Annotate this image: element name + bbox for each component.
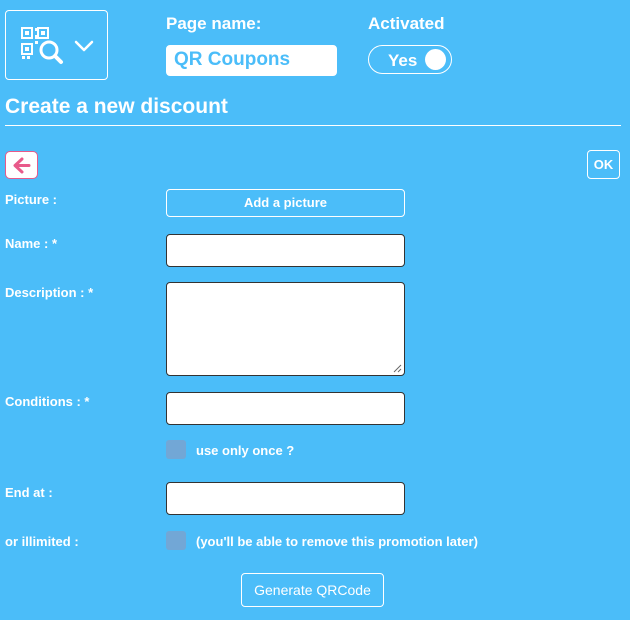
chevron-down-icon [74,40,94,52]
unlimited-note: (you'll be able to remove this promotion… [196,534,478,549]
back-button[interactable] [5,151,38,179]
add-picture-button[interactable]: Add a picture [166,189,405,217]
page-title: Create a new discount [5,95,228,118]
qr-search-icon [21,27,63,64]
name-label: Name : * [5,236,58,251]
description-label: Description : * [5,285,94,300]
activated-toggle-label: Yes [388,51,418,70]
arrow-left-icon [13,157,31,174]
page-menu-button[interactable] [5,10,108,80]
description-textarea[interactable] [166,282,405,376]
ok-button[interactable]: OK [587,150,620,179]
activated-toggle[interactable]: Yes [368,45,452,74]
page-name-label: Page name: [166,14,262,33]
unlimited-checkbox[interactable] [166,531,186,550]
conditions-input[interactable] [166,392,405,425]
use-once-label: use only once ? [196,443,295,458]
page-name-input[interactable]: QR Coupons [166,45,337,76]
conditions-label: Conditions : * [5,394,90,409]
title-divider [5,125,621,126]
activated-label: Activated [368,14,445,33]
resize-grip-icon[interactable] [393,364,402,373]
toggle-knob [425,49,446,70]
end-at-label: End at : [5,485,53,500]
use-once-checkbox[interactable] [166,440,186,459]
end-at-input[interactable] [166,482,405,515]
name-input[interactable] [166,234,405,267]
picture-label: Picture : [5,192,58,207]
unlimited-label: or illimited : [5,534,79,549]
generate-qrcode-button[interactable]: Generate QRCode [241,573,384,607]
